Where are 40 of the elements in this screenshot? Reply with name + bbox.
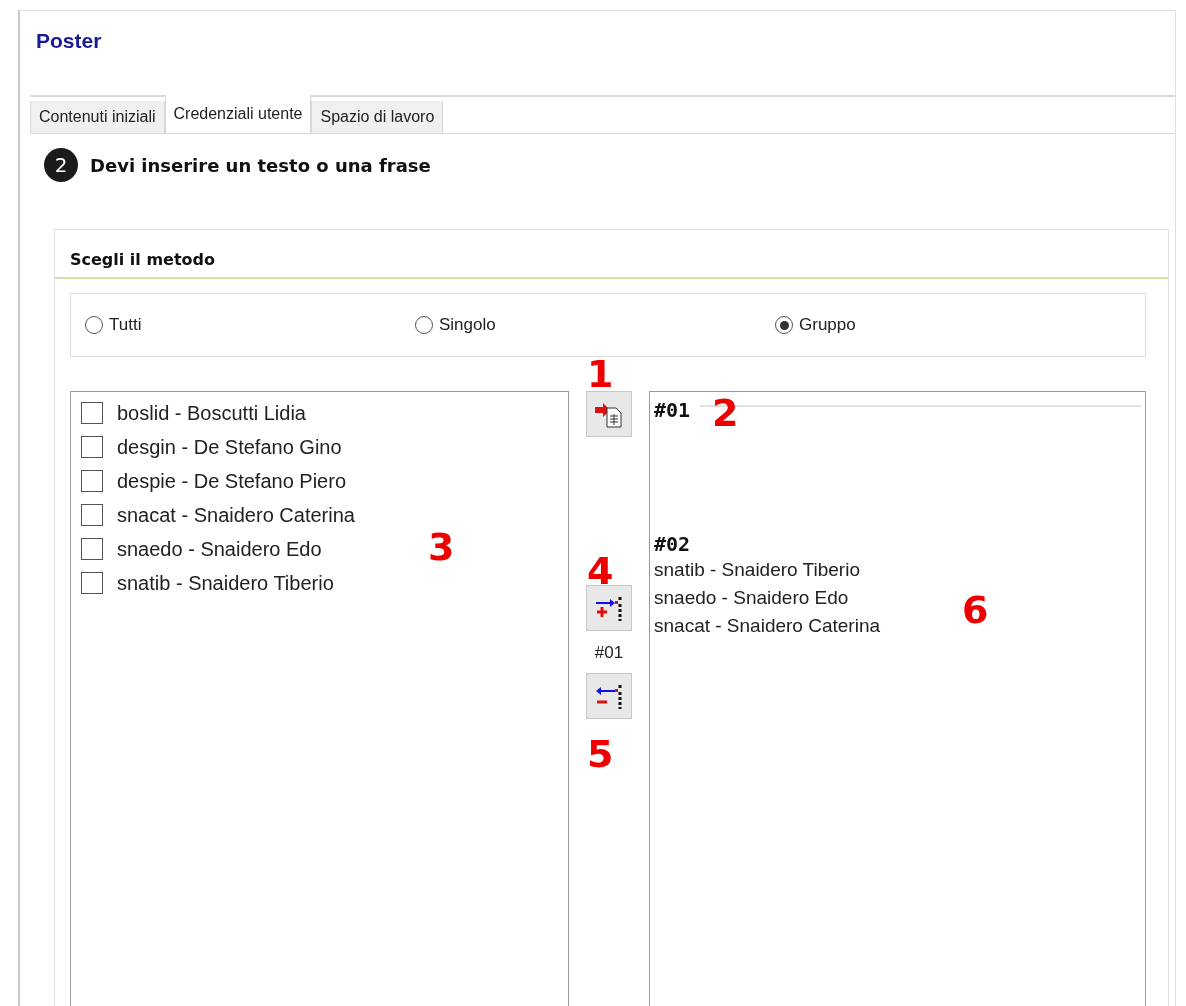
group-title: Scegli il metodo [55,230,1168,279]
tab[interactable]: Credenziali utente [164,95,312,133]
group-name[interactable]: #01 [654,398,691,422]
checkbox[interactable] [81,436,103,458]
checkbox[interactable] [81,504,103,526]
radio-option[interactable]: Singolo [415,315,775,335]
add-to-group-button[interactable] [586,585,632,631]
checkbox[interactable] [81,572,103,594]
annotation-number: 6 [962,591,989,629]
radio-label: Tutti [109,315,142,335]
current-group-label: #01 [594,643,624,663]
remove-from-group-button[interactable] [586,673,632,719]
group-member[interactable]: snaedo - Snaidero Edo [654,584,849,612]
user-item[interactable]: snaedo - Snaidero Edo [117,537,322,561]
window-title: Poster [36,29,103,54]
paste-button[interactable] [586,391,632,437]
group-member[interactable]: snatib - Snaidero Tiberio [654,556,860,584]
user-item[interactable]: desgin - De Stefano Gino [117,435,342,459]
tab[interactable]: Spazio di lavoro [311,101,444,133]
annotation-number: 3 [428,528,455,566]
user-item[interactable]: despie - De Stefano Piero [117,469,347,493]
checkbox[interactable] [81,470,103,492]
annotation-number: 2 [712,394,739,432]
step-number-badge: 2 [44,148,78,182]
checkbox[interactable] [81,538,103,560]
user-item[interactable]: snatib - Snaidero Tiberio [117,571,334,595]
radio-label: Singolo [439,315,496,335]
radio-option[interactable]: Tutti [85,315,415,335]
radio-option[interactable]: Gruppo [775,315,1145,335]
step-title: Devi inserire un testo o una frase [90,154,431,176]
annotation-number: 1 [587,355,614,393]
user-item[interactable]: boslid - Boscutti Lidia [117,401,306,425]
annotation-number: 5 [587,735,614,773]
tab[interactable]: Contenuti iniziali [30,101,165,133]
radio-label: Gruppo [799,315,856,335]
group-name[interactable]: #02 [654,532,691,556]
group-member[interactable]: snacat - Snaidero Caterina [654,612,880,640]
checkbox[interactable] [81,402,103,424]
annotation-number: 4 [587,552,614,590]
user-item[interactable]: snacat - Snaidero Caterina [117,503,355,527]
